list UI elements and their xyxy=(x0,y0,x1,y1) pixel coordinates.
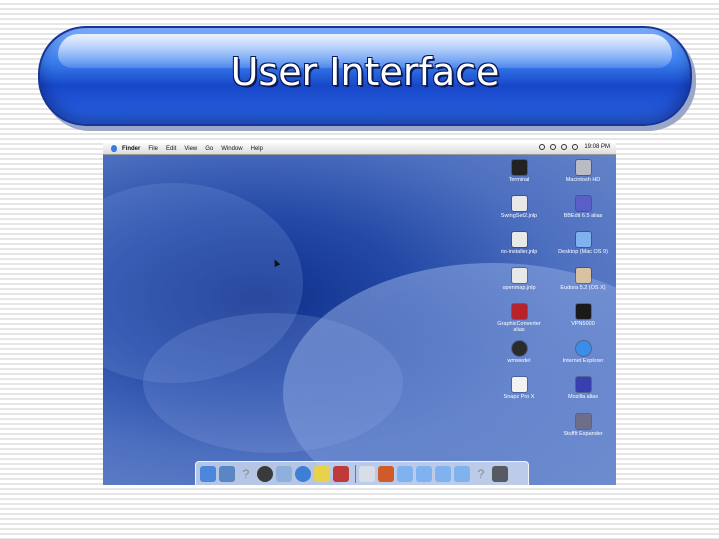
terminal-icon xyxy=(511,160,527,175)
dock-separator xyxy=(355,465,356,483)
volume-icon[interactable] xyxy=(561,144,568,150)
stickies-icon[interactable] xyxy=(314,466,330,482)
desktop-icon[interactable]: wmwedel xyxy=(488,341,550,364)
desktop-icon[interactable]: Mozilla alias xyxy=(552,377,614,400)
globe-icon xyxy=(511,341,527,356)
menu-clock[interactable]: 19:08 PM xyxy=(584,144,610,150)
title-banner: User Interface xyxy=(38,26,692,126)
folder-icon[interactable] xyxy=(454,466,470,482)
itunes-icon[interactable] xyxy=(276,466,292,482)
graphic-converter-icon xyxy=(511,304,527,319)
hard-drive-icon xyxy=(575,160,591,175)
home-icon[interactable] xyxy=(378,466,394,482)
desktop-icon[interactable]: SwingSet2.jnlp xyxy=(488,196,550,219)
eudora-icon xyxy=(575,268,591,283)
desktop-screenshot: Finder File Edit View Go Window Help 19:… xyxy=(103,143,616,485)
wallpaper-swoosh xyxy=(283,263,616,485)
desktop-icon[interactable]: GraphicConverter alias xyxy=(488,304,550,333)
document-icon xyxy=(511,232,527,247)
menu-view[interactable]: View xyxy=(184,146,197,152)
bbedit-icon xyxy=(575,196,591,211)
desktop-icon[interactable]: VPN5000 xyxy=(552,304,614,327)
desktop-icon[interactable]: rio-installer.jnlp xyxy=(488,232,550,255)
trash-icon[interactable] xyxy=(492,466,508,482)
mail-icon[interactable] xyxy=(219,466,235,482)
stuffit-icon xyxy=(575,414,591,429)
menu-bar: Finder File Edit View Go Window Help 19:… xyxy=(103,143,616,155)
folder-icon xyxy=(575,232,591,247)
menu-finder[interactable]: Finder xyxy=(122,146,140,152)
quicktime-icon[interactable] xyxy=(295,466,311,482)
document-icon xyxy=(511,268,527,283)
desktop-icon[interactable]: Macintosh HD xyxy=(552,160,614,183)
folder-icon[interactable] xyxy=(397,466,413,482)
folder-icon[interactable] xyxy=(416,466,432,482)
help-icon[interactable]: ? xyxy=(238,466,254,482)
desktop-icon[interactable]: StuffIt Expander xyxy=(552,414,614,437)
textedit-icon[interactable] xyxy=(359,466,375,482)
phone-icon[interactable] xyxy=(539,144,546,150)
desktop-icon[interactable]: BBEdit 6.5 alias xyxy=(552,196,614,219)
desktop-icon[interactable]: openmap.jnlp xyxy=(488,268,550,291)
desktop-icon[interactable]: Terminal xyxy=(488,160,550,183)
network-icon[interactable] xyxy=(257,466,273,482)
help-icon[interactable]: ? xyxy=(473,466,489,482)
snapz-icon xyxy=(511,377,527,392)
menu-extras: 19:08 PM xyxy=(534,144,610,150)
internet-explorer-icon xyxy=(575,341,591,356)
slide-title: User Interface xyxy=(230,50,500,94)
apple-icon[interactable] xyxy=(111,145,117,152)
wifi-icon[interactable] xyxy=(550,144,557,150)
vpn-icon xyxy=(575,304,591,319)
desktop-icon[interactable]: Desktop (Mac OS 9) xyxy=(552,232,614,255)
menu-help[interactable]: Help xyxy=(251,146,263,152)
dock: ? ? xyxy=(195,461,529,485)
menu-file[interactable]: File xyxy=(148,146,158,152)
menu-window[interactable]: Window xyxy=(221,146,242,152)
menu-go[interactable]: Go xyxy=(205,146,213,152)
mozilla-icon xyxy=(575,377,591,392)
display-icon[interactable] xyxy=(572,144,579,150)
finder-icon[interactable] xyxy=(200,466,216,482)
menu-edit[interactable]: Edit xyxy=(166,146,176,152)
desktop-icon[interactable]: Snapz Pro X xyxy=(488,377,550,400)
folder-icon[interactable] xyxy=(435,466,451,482)
desktop-icon[interactable]: Eudora 5.2 (OS X) xyxy=(552,268,614,291)
desktop-icon[interactable]: Internet Explorer xyxy=(552,341,614,364)
cube-icon[interactable] xyxy=(333,466,349,482)
document-icon xyxy=(511,196,527,211)
